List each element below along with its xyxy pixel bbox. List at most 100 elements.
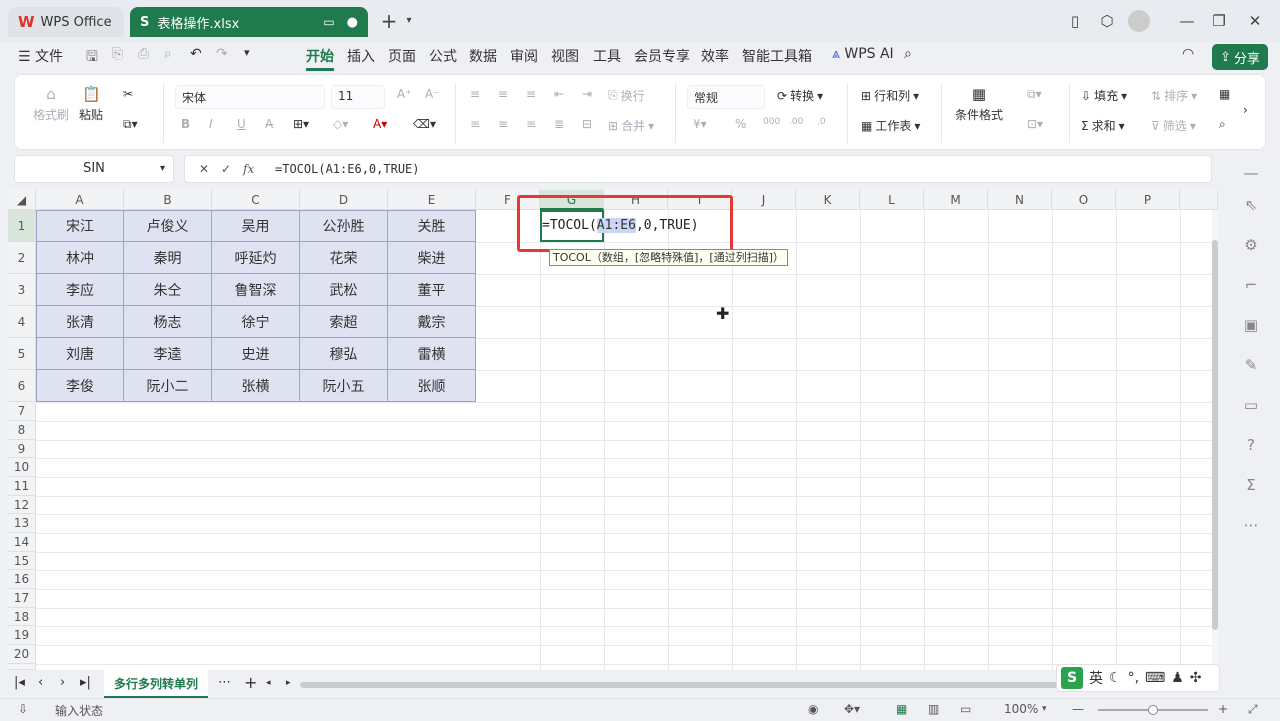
row-header-18[interactable]: 18 <box>8 608 36 626</box>
border-icon[interactable]: ⊞▾ <box>293 117 309 131</box>
row-header-6[interactable]: 6 <box>8 370 36 402</box>
first-sheet-icon[interactable]: |◂ <box>14 675 25 690</box>
increase-decimal-icon[interactable]: .00 <box>789 117 803 127</box>
row-header-4[interactable]: 4 <box>8 306 36 338</box>
function-icon[interactable]: fx <box>243 156 254 182</box>
confirm-icon[interactable]: ✓ <box>221 156 231 182</box>
formula-icon[interactable]: Σ <box>1240 476 1262 498</box>
cell-e1[interactable]: 关胜 <box>388 210 476 242</box>
sheet-tab-active[interactable]: 多行多列转单列 <box>104 670 208 698</box>
col-header-o[interactable]: O <box>1052 190 1116 210</box>
monitor-icon[interactable]: ▭ <box>323 15 334 29</box>
indent-icon[interactable]: ⇤ <box>554 87 564 101</box>
page-break-icon[interactable]: ▭ <box>960 702 971 716</box>
menu-formula[interactable]: 公式 <box>429 46 457 66</box>
format-painter-button[interactable]: ⌂ 格式刷 <box>33 85 69 123</box>
apps-icon[interactable]: ✣ <box>1190 670 1202 686</box>
fill-button[interactable]: ⇩ 填充 ▾ <box>1081 87 1127 104</box>
italic-icon[interactable]: I <box>209 117 213 131</box>
fullscreen-icon[interactable]: ⤢ <box>1248 702 1258 717</box>
row-header-20[interactable]: 20 <box>8 645 36 664</box>
zoom-in-icon[interactable]: + <box>1218 702 1228 716</box>
strikethrough-icon[interactable]: A̶ <box>265 117 273 131</box>
last-sheet-icon[interactable]: ▸| <box>80 675 91 690</box>
spreadsheet-grid[interactable]: ◢ A B C D E F G H I J K L M N O P 1 2 3 … <box>8 190 1218 670</box>
freeze-icon[interactable]: ▦ <box>1219 87 1230 101</box>
minimize-icon[interactable]: — <box>1176 10 1198 32</box>
select-all-corner[interactable]: ◢ <box>8 190 36 210</box>
select-icon[interactable]: ⇖ <box>1240 196 1262 218</box>
menu-tools[interactable]: 工具 <box>593 46 621 66</box>
picture-icon[interactable]: ▣ <box>1240 316 1262 338</box>
save-icon[interactable]: 🖫 <box>86 46 98 70</box>
menu-start[interactable]: 开始 <box>306 46 334 71</box>
font-color-icon[interactable]: A▾ <box>373 117 387 131</box>
menu-insert[interactable]: 插入 <box>347 46 375 66</box>
cell-a1[interactable]: 宋江 <box>36 210 124 242</box>
new-tab-icon[interactable]: + <box>378 10 400 32</box>
chat-icon[interactable]: ◠ <box>1182 46 1194 62</box>
shape-icon[interactable]: ⌐ <box>1240 276 1262 298</box>
filter-button[interactable]: ⊽ 筛选 ▾ <box>1151 117 1196 134</box>
col-header-b[interactable]: B <box>124 190 212 210</box>
more-sheets-icon[interactable]: ⋯ <box>218 675 231 690</box>
cell-d4[interactable]: 索超 <box>300 306 388 338</box>
menu-page[interactable]: 页面 <box>388 46 416 66</box>
restore-icon[interactable]: ❐ <box>1208 10 1230 32</box>
vertical-scrollbar[interactable] <box>1212 210 1218 670</box>
more-icon[interactable]: ⋯ <box>1240 516 1262 538</box>
col-header-e[interactable]: E <box>388 190 476 210</box>
undo-icon[interactable]: ↶ <box>190 46 202 62</box>
cell-d5[interactable]: 穆弘 <box>300 338 388 370</box>
scroll-right-icon[interactable]: ▸ <box>286 678 291 688</box>
bold-icon[interactable]: B <box>181 117 190 131</box>
chevron-down-icon[interactable]: ▾ <box>398 10 420 32</box>
row-header-1[interactable]: 1 <box>8 210 36 242</box>
tab-wps-office[interactable]: W WPS Office <box>8 7 124 37</box>
col-header-p[interactable]: P <box>1116 190 1180 210</box>
add-sheet-icon[interactable]: + <box>244 673 257 692</box>
align-top-icon[interactable]: ≡ <box>470 87 480 101</box>
thousands-icon[interactable]: 000 <box>763 117 780 127</box>
prev-sheet-icon[interactable]: ‹ <box>38 675 43 690</box>
close-icon[interactable]: ✕ <box>1244 10 1266 32</box>
avatar[interactable] <box>1128 10 1150 32</box>
col-header-k[interactable]: K <box>796 190 860 210</box>
redo-icon[interactable]: ↷ <box>216 46 228 62</box>
settings-icon[interactable]: ⚙ <box>1240 236 1262 258</box>
cell-e2[interactable]: 柴进 <box>388 242 476 274</box>
zoom-dropdown-icon[interactable]: ▾ <box>1042 704 1047 714</box>
font-select[interactable]: 宋体 <box>175 85 325 109</box>
increase-font-icon[interactable]: A⁺ <box>397 87 412 101</box>
conditional-format-button[interactable]: ▦ 条件格式 <box>955 85 1003 123</box>
horizontal-scrollbar[interactable] <box>300 682 1060 688</box>
worksheet-button[interactable]: ▦ 工作表 ▾ <box>861 117 920 134</box>
name-box[interactable]: SIN ▾ <box>14 155 174 183</box>
sort-button[interactable]: ⇅ 排序 ▾ <box>1151 87 1197 104</box>
cell-a4[interactable]: 张清 <box>36 306 124 338</box>
align-right-icon[interactable]: ≡ <box>526 117 536 131</box>
cell-b1[interactable]: 卢俊义 <box>124 210 212 242</box>
search-icon[interactable]: ⌕ <box>904 46 912 62</box>
row-header-10[interactable]: 10 <box>8 458 36 477</box>
share-button[interactable]: ⇪ 分享 <box>1212 44 1268 70</box>
find-icon[interactable]: ⌕ <box>1219 117 1226 132</box>
scroll-left-icon[interactable]: ◂ <box>266 678 271 688</box>
cell-a6[interactable]: 李俊 <box>36 370 124 402</box>
cell-d2[interactable]: 花荣 <box>300 242 388 274</box>
cell-e5[interactable]: 雷横 <box>388 338 476 370</box>
cell-border-icon[interactable]: ⊡▾ <box>1027 117 1043 131</box>
export-icon[interactable]: ⎘ <box>112 46 123 62</box>
cell-c6[interactable]: 张横 <box>212 370 300 402</box>
col-header-j[interactable]: J <box>732 190 796 210</box>
convert-button[interactable]: ⟳ 转换 ▾ <box>777 87 823 104</box>
cell-d6[interactable]: 阮小五 <box>300 370 388 402</box>
menu-member[interactable]: 会员专享 <box>634 46 690 66</box>
sum-button[interactable]: Σ 求和 ▾ <box>1081 117 1125 134</box>
col-header-m[interactable]: M <box>924 190 988 210</box>
number-format-select[interactable]: 常规 <box>687 85 765 109</box>
more-icon[interactable]: ▾ <box>244 46 250 59</box>
cell-e6[interactable]: 张顺 <box>388 370 476 402</box>
fill-color-icon[interactable]: ◇▾ <box>333 117 348 131</box>
user-icon[interactable]: ♟ <box>1171 670 1184 686</box>
